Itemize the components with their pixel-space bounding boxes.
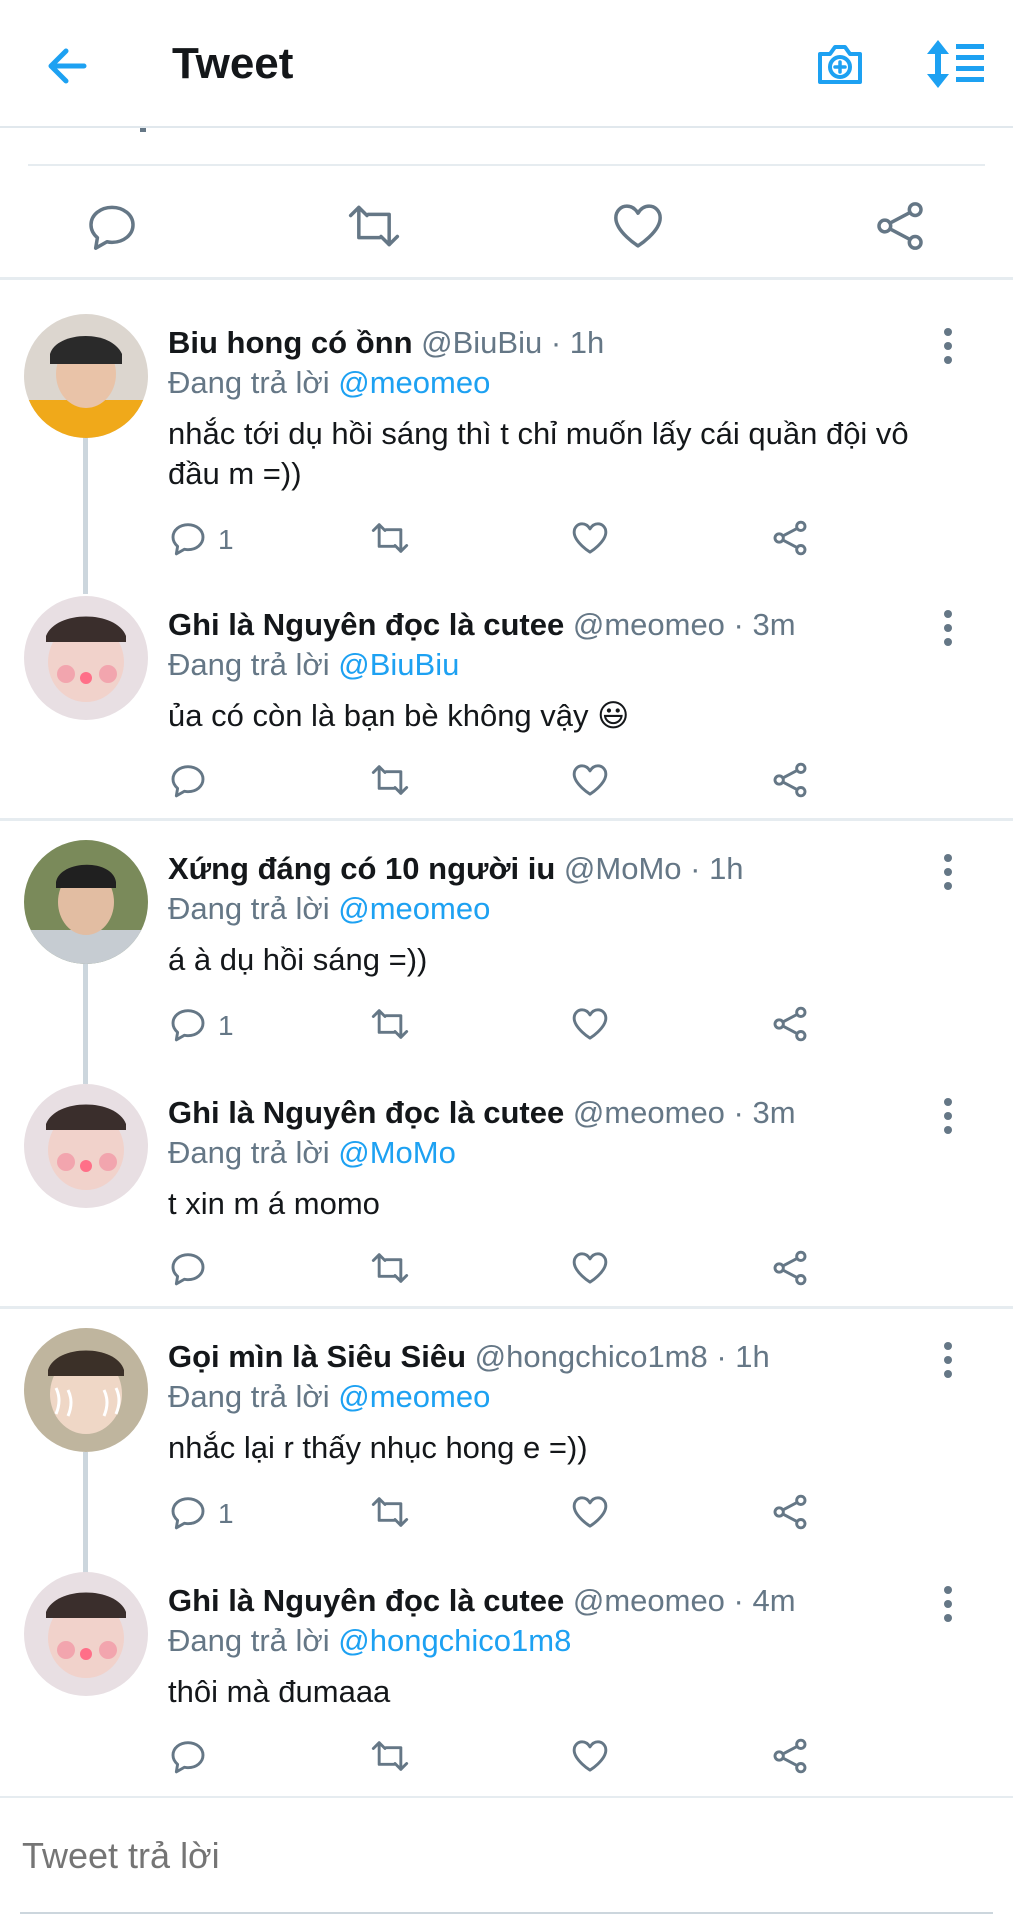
like-icon[interactable] bbox=[570, 1736, 610, 1784]
like-icon[interactable] bbox=[570, 1492, 610, 1540]
author-handle-time: @BiuBiu · 1h bbox=[421, 325, 605, 360]
avatar[interactable] bbox=[24, 1328, 148, 1452]
cut-off-text bbox=[140, 128, 146, 132]
share-icon[interactable] bbox=[770, 1736, 810, 1784]
thread-connector bbox=[83, 434, 88, 594]
more-options-icon[interactable] bbox=[930, 606, 966, 650]
author-handle-time: @hongchico1m8 · 1h bbox=[474, 1339, 770, 1374]
author-name[interactable]: Gọi mìn là Siêu Siêu bbox=[168, 1339, 466, 1374]
avatar[interactable] bbox=[24, 1084, 148, 1208]
tweet-actions bbox=[168, 1736, 828, 1784]
sort-icon[interactable] bbox=[924, 36, 988, 92]
reply-button[interactable] bbox=[168, 1248, 208, 1296]
like-icon[interactable] bbox=[570, 518, 610, 566]
tweet-text: ủa có còn là bạn bè không vậy 😃 bbox=[168, 698, 630, 733]
author-name[interactable]: Biu hong có ồnn bbox=[168, 325, 413, 360]
reply-button[interactable] bbox=[168, 760, 208, 808]
reply-count: 1 bbox=[218, 1010, 234, 1041]
replying-to: Đang trả lời @meomeo bbox=[168, 365, 491, 400]
back-arrow-icon[interactable] bbox=[40, 38, 96, 94]
avatar[interactable] bbox=[24, 314, 148, 438]
reply-button[interactable] bbox=[168, 1736, 208, 1784]
tweet-actions: 1 bbox=[168, 1492, 828, 1540]
replying-to: Đang trả lời @meomeo bbox=[168, 1379, 491, 1414]
page-title: Tweet bbox=[172, 39, 294, 88]
divider bbox=[28, 164, 985, 166]
share-icon[interactable] bbox=[770, 518, 810, 566]
top-bar: Tweet bbox=[0, 0, 1013, 128]
more-options-icon[interactable] bbox=[930, 850, 966, 894]
tweet-text: nhắc lại r thấy nhục hong e =)) bbox=[168, 1430, 588, 1465]
tweet-actions bbox=[168, 1248, 828, 1296]
author-handle-time: @MoMo · 1h bbox=[563, 851, 744, 886]
camera-add-icon[interactable] bbox=[812, 36, 868, 92]
tweet-text: á à dụ hồi sáng =)) bbox=[168, 942, 428, 977]
author-name[interactable]: Ghi là Nguyên đọc là cutee bbox=[168, 1583, 564, 1618]
avatar[interactable] bbox=[24, 596, 148, 720]
retweet-icon[interactable] bbox=[368, 1736, 412, 1784]
share-icon[interactable] bbox=[770, 1248, 810, 1296]
mention-link[interactable]: @MoMo bbox=[338, 1135, 456, 1170]
share-icon[interactable] bbox=[770, 1492, 810, 1540]
tweet-text: thôi mà đumaaa bbox=[168, 1674, 391, 1709]
thread-connector bbox=[83, 964, 88, 1084]
retweet-icon[interactable] bbox=[368, 1492, 412, 1540]
thread-connector bbox=[83, 1452, 88, 1577]
thread-separator bbox=[0, 1306, 1013, 1309]
like-icon[interactable] bbox=[570, 1004, 610, 1052]
thread-separator bbox=[0, 818, 1013, 821]
share-icon[interactable] bbox=[770, 1004, 810, 1052]
retweet-icon[interactable] bbox=[368, 760, 412, 808]
share-icon[interactable] bbox=[770, 760, 810, 808]
replying-to: Đang trả lời @MoMo bbox=[168, 1135, 456, 1170]
retweet-icon[interactable] bbox=[346, 198, 402, 254]
author-handle-time: @meomeo · 3m bbox=[572, 607, 796, 642]
replying-to: Đang trả lời @meomeo bbox=[168, 891, 491, 926]
retweet-icon[interactable] bbox=[368, 518, 412, 566]
mention-link[interactable]: @meomeo bbox=[338, 1379, 490, 1414]
reply-button[interactable]: 1 bbox=[168, 1004, 234, 1052]
more-options-icon[interactable] bbox=[930, 1582, 966, 1626]
author-handle-time: @meomeo · 4m bbox=[572, 1583, 796, 1618]
avatar[interactable] bbox=[24, 1572, 148, 1696]
mention-link[interactable]: @meomeo bbox=[338, 891, 490, 926]
tweet-actions: 1 bbox=[168, 1004, 828, 1052]
tweet-text: nhắc tới dụ hồi sáng thì t chỉ muốn lấy … bbox=[168, 416, 909, 491]
main-tweet-actions bbox=[0, 128, 1013, 280]
more-options-icon[interactable] bbox=[930, 1338, 966, 1382]
reply-input[interactable] bbox=[20, 1834, 984, 1878]
retweet-icon[interactable] bbox=[368, 1004, 412, 1052]
reply-icon[interactable] bbox=[84, 198, 140, 254]
author-handle-time: @meomeo · 3m bbox=[572, 1095, 796, 1130]
like-icon[interactable] bbox=[570, 1248, 610, 1296]
reply-button[interactable]: 1 bbox=[168, 1492, 234, 1540]
more-options-icon[interactable] bbox=[930, 1094, 966, 1138]
author-name[interactable]: Xứng đáng có 10 người iu bbox=[168, 851, 555, 886]
share-icon[interactable] bbox=[872, 198, 928, 254]
mention-link[interactable]: @meomeo bbox=[338, 365, 490, 400]
avatar[interactable] bbox=[24, 840, 148, 964]
reply-button[interactable]: 1 bbox=[168, 518, 234, 566]
author-name[interactable]: Ghi là Nguyên đọc là cutee bbox=[168, 1095, 564, 1130]
mention-link[interactable]: @BiuBiu bbox=[338, 647, 459, 682]
composer-underline bbox=[20, 1912, 993, 1914]
replying-to: Đang trả lời @BiuBiu bbox=[168, 647, 460, 682]
replying-to: Đang trả lời @hongchico1m8 bbox=[168, 1623, 572, 1658]
like-icon[interactable] bbox=[570, 760, 610, 808]
author-name[interactable]: Ghi là Nguyên đọc là cutee bbox=[168, 607, 564, 642]
mention-link[interactable]: @hongchico1m8 bbox=[338, 1623, 571, 1658]
reply-count: 1 bbox=[218, 524, 234, 555]
reply-composer bbox=[0, 1796, 1013, 1920]
reply-count: 1 bbox=[218, 1498, 234, 1529]
tweet-actions bbox=[168, 760, 828, 808]
more-options-icon[interactable] bbox=[930, 324, 966, 368]
tweet-text: t xin m á momo bbox=[168, 1186, 380, 1221]
retweet-icon[interactable] bbox=[368, 1248, 412, 1296]
like-icon[interactable] bbox=[610, 198, 666, 254]
tweet-actions: 1 bbox=[168, 518, 828, 566]
